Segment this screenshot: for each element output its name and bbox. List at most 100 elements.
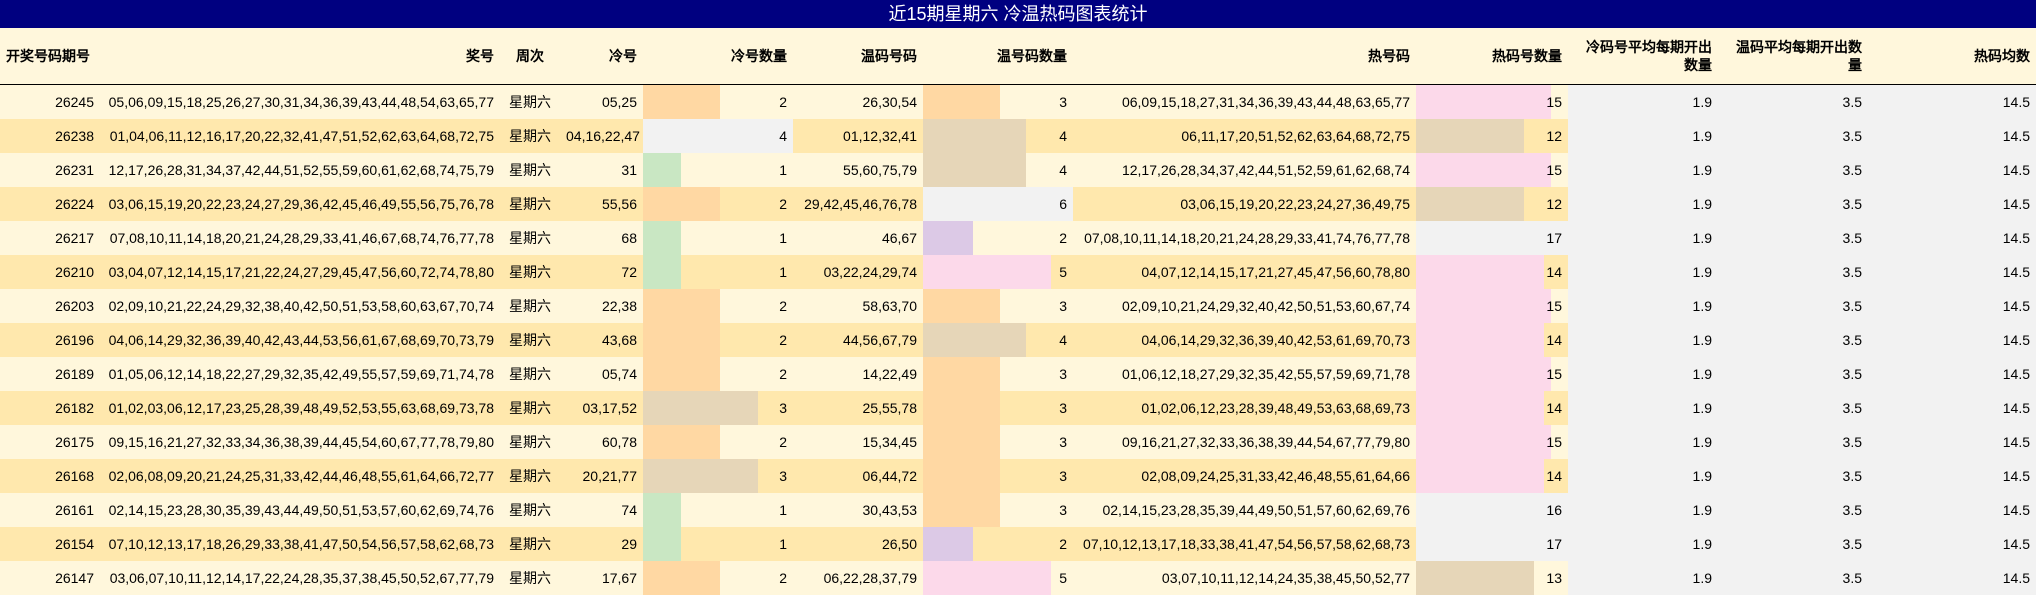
- cell-warm: 14,22,49: [793, 357, 923, 391]
- cell-hot-count-value: 14: [1546, 468, 1562, 484]
- cell-numbers: 09,15,16,21,27,32,33,34,36,38,39,44,45,5…: [100, 425, 500, 459]
- header-warm-count: 温号码数量: [923, 28, 1073, 85]
- cell-weekday: 星期六: [500, 459, 560, 493]
- header-hot-avg: 热码均数: [1868, 28, 2036, 85]
- header-cold-count: 冷号数量: [643, 28, 793, 85]
- cell-cold-count-value: 4: [779, 128, 787, 144]
- cell-cold: 03,17,52: [560, 391, 643, 425]
- table-row: 26168 02,06,08,09,20,21,24,25,31,33,42,44…: [0, 459, 2036, 493]
- cell-numbers: 02,09,10,21,22,24,29,32,38,40,42,50,51,5…: [100, 289, 500, 323]
- cell-cold-avg: 1.9: [1568, 153, 1718, 187]
- cell-warm-count: 5: [923, 561, 1073, 595]
- cell-weekday: 星期六: [500, 153, 560, 187]
- cell-hot-avg: 14.5: [1868, 391, 2036, 425]
- table-row: 26161 02,14,15,23,28,30,35,39,43,44,49,50…: [0, 493, 2036, 527]
- cell-cold-avg: 1.9: [1568, 459, 1718, 493]
- cell-hot: 02,08,09,24,25,31,33,42,46,48,55,61,64,6…: [1073, 459, 1416, 493]
- cell-weekday: 星期六: [500, 391, 560, 425]
- cell-issue: 26203: [0, 289, 100, 323]
- cell-cold: 04,16,22,47: [560, 119, 643, 153]
- cell-issue: 26147: [0, 561, 100, 595]
- cell-warm-count-value: 5: [1059, 264, 1067, 280]
- cell-hot-avg: 14.5: [1868, 289, 2036, 323]
- cell-hot-count: 13: [1416, 561, 1568, 595]
- cell-cold-count-value: 3: [779, 468, 787, 484]
- cell-warm-count-value: 3: [1059, 366, 1067, 382]
- cell-issue: 26175: [0, 425, 100, 459]
- cell-warm-count-value: 5: [1059, 570, 1067, 586]
- cell-cold-count-value: 2: [779, 366, 787, 382]
- cell-numbers: 04,06,14,29,32,36,39,40,42,43,44,53,56,6…: [100, 323, 500, 357]
- cell-weekday: 星期六: [500, 221, 560, 255]
- cell-warm-avg: 3.5: [1718, 459, 1868, 493]
- table-row: 26182 01,02,03,06,12,17,23,25,28,39,48,49…: [0, 391, 2036, 425]
- cell-warm-avg: 3.5: [1718, 357, 1868, 391]
- cell-hot-avg: 14.5: [1868, 357, 2036, 391]
- cell-cold-count: 4: [643, 119, 793, 153]
- cell-hot-count-value: 12: [1546, 128, 1562, 144]
- cell-cold-avg: 1.9: [1568, 323, 1718, 357]
- cell-warm-avg: 3.5: [1718, 255, 1868, 289]
- cell-warm: 58,63,70: [793, 289, 923, 323]
- cell-warm: 46,67: [793, 221, 923, 255]
- cell-hot: 03,06,15,19,20,22,23,24,27,36,49,75: [1073, 187, 1416, 221]
- cell-warm-avg: 3.5: [1718, 527, 1868, 561]
- table-row: 26203 02,09,10,21,22,24,29,32,38,40,42,50…: [0, 289, 2036, 323]
- cell-warm-avg: 3.5: [1718, 561, 1868, 595]
- cell-numbers: 03,04,07,12,14,15,17,21,22,24,27,29,45,4…: [100, 255, 500, 289]
- cell-hot-avg: 14.5: [1868, 527, 2036, 561]
- cell-cold-count-value: 2: [779, 570, 787, 586]
- cell-issue: 26154: [0, 527, 100, 561]
- cell-warm-avg: 3.5: [1718, 493, 1868, 527]
- cell-cold-count-value: 1: [779, 264, 787, 280]
- cell-warm-count-value: 3: [1059, 94, 1067, 110]
- cell-warm: 55,60,75,79: [793, 153, 923, 187]
- cell-hot: 04,07,12,14,15,17,21,27,45,47,56,60,78,8…: [1073, 255, 1416, 289]
- cell-cold: 72: [560, 255, 643, 289]
- cell-hot-avg: 14.5: [1868, 187, 2036, 221]
- cell-cold-count: 3: [643, 391, 793, 425]
- cell-cold-count: 1: [643, 153, 793, 187]
- cell-cold-count: 1: [643, 493, 793, 527]
- cell-cold: 31: [560, 153, 643, 187]
- cell-warm-count: 5: [923, 255, 1073, 289]
- cell-warm-avg: 3.5: [1718, 84, 1868, 119]
- cell-warm-avg: 3.5: [1718, 391, 1868, 425]
- cell-weekday: 星期六: [500, 84, 560, 119]
- cell-cold: 05,74: [560, 357, 643, 391]
- cell-hot-count-value: 14: [1546, 332, 1562, 348]
- cell-cold-avg: 1.9: [1568, 425, 1718, 459]
- cell-hot-avg: 14.5: [1868, 425, 2036, 459]
- cell-issue: 26238: [0, 119, 100, 153]
- cell-cold-count-value: 3: [779, 400, 787, 416]
- cell-hot: 09,16,21,27,32,33,36,38,39,44,54,67,77,7…: [1073, 425, 1416, 459]
- cell-cold-count-value: 1: [779, 230, 787, 246]
- cell-warm-count-value: 2: [1059, 536, 1067, 552]
- cell-hot-count-value: 15: [1546, 94, 1562, 110]
- cell-warm-count-value: 3: [1059, 400, 1067, 416]
- cell-cold-avg: 1.9: [1568, 119, 1718, 153]
- cell-warm-count-value: 3: [1059, 468, 1067, 484]
- cell-hot-avg: 14.5: [1868, 255, 2036, 289]
- cell-numbers: 01,02,03,06,12,17,23,25,28,39,48,49,52,5…: [100, 391, 500, 425]
- cell-hot: 07,10,12,13,17,18,33,38,41,47,54,56,57,5…: [1073, 527, 1416, 561]
- cell-warm: 26,50: [793, 527, 923, 561]
- cell-hot-avg: 14.5: [1868, 493, 2036, 527]
- table-row: 26217 07,08,10,11,14,18,20,21,24,28,29,33…: [0, 221, 2036, 255]
- table-row: 26147 03,06,07,10,11,12,14,17,22,24,28,35…: [0, 561, 2036, 595]
- cell-warm-count: 3: [923, 357, 1073, 391]
- cell-weekday: 星期六: [500, 289, 560, 323]
- cell-cold-count: 2: [643, 425, 793, 459]
- stats-table: 开奖号码期号 奖号 周次 冷号 冷号数量 温码号码 温号码数量 热号码 热码号数…: [0, 28, 2036, 595]
- cell-weekday: 星期六: [500, 425, 560, 459]
- cell-cold-avg: 1.9: [1568, 221, 1718, 255]
- cell-cold-count: 2: [643, 323, 793, 357]
- cell-hot-count-value: 15: [1546, 434, 1562, 450]
- cell-warm-count: 3: [923, 391, 1073, 425]
- cell-cold-count: 2: [643, 561, 793, 595]
- cell-cold-count-value: 2: [779, 298, 787, 314]
- cell-hot: 07,08,10,11,14,18,20,21,24,28,29,33,41,7…: [1073, 221, 1416, 255]
- cell-cold: 74: [560, 493, 643, 527]
- cell-hot-count: 12: [1416, 119, 1568, 153]
- cell-numbers: 02,14,15,23,28,30,35,39,43,44,49,50,51,5…: [100, 493, 500, 527]
